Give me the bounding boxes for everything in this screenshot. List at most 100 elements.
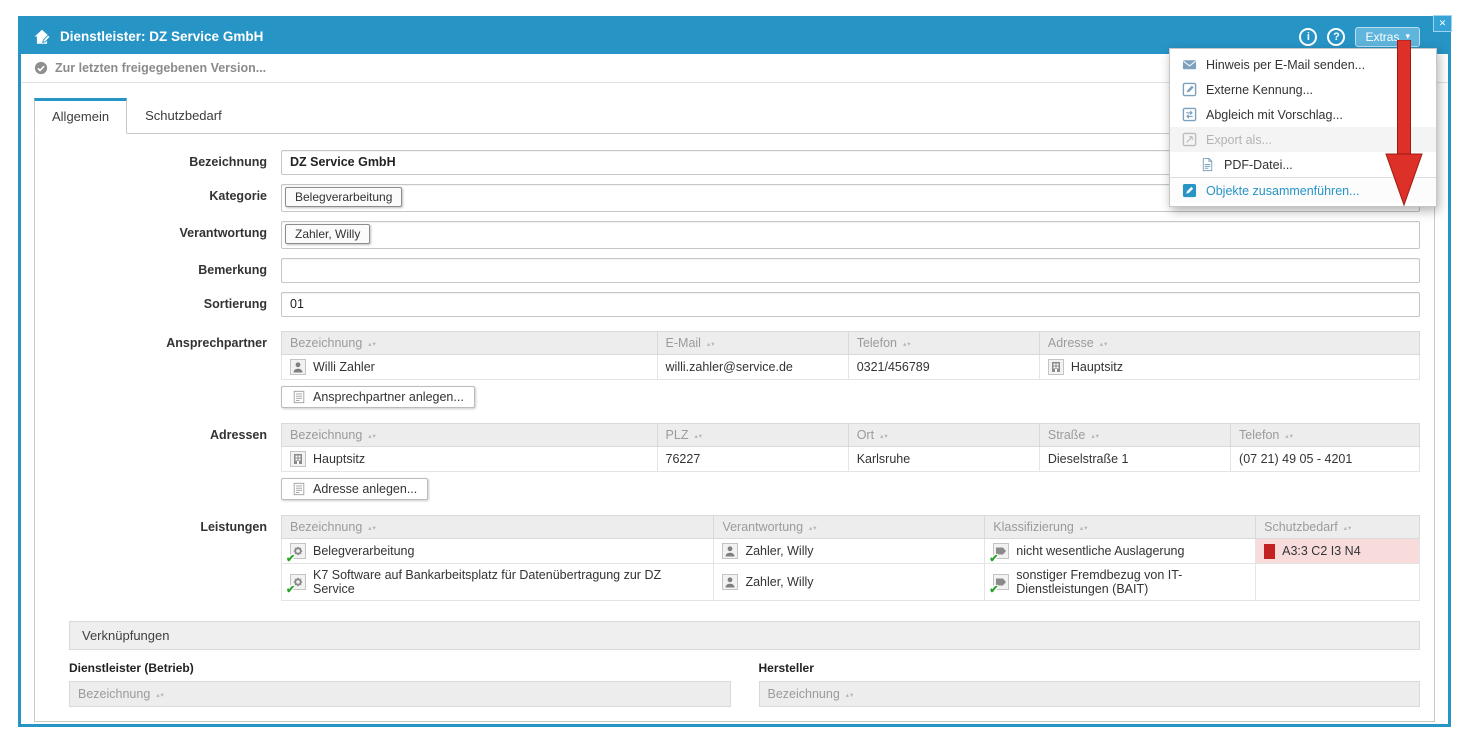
column-telefon[interactable]: Telefon▴▾ [848, 332, 1039, 355]
kategorie-chip[interactable]: Belegverarbeitung [285, 187, 402, 207]
document-icon [292, 482, 306, 496]
sort-icon: ▴▾ [880, 433, 889, 440]
extras-button[interactable]: Extras ▾ [1355, 27, 1420, 47]
cell-text: 76227 [657, 447, 848, 472]
cell-text: nicht wesentliche Auslagerung [1016, 544, 1184, 558]
hersteller-title: Hersteller [759, 661, 1421, 675]
bemerkung-input[interactable] [281, 258, 1420, 283]
cell-text: Karlsruhe [848, 447, 1039, 472]
form-row-verantwortung: Verantwortung Zahler, Willy [49, 221, 1420, 249]
column-bezeichnung[interactable]: Bezeichnung▴▾ [69, 681, 731, 707]
column-adresse[interactable]: Adresse▴▾ [1039, 332, 1419, 355]
check-icon: ✔ [989, 552, 998, 565]
dienstleister-betrieb-title: Dienstleister (Betrieb) [69, 661, 731, 675]
check-icon: ✔ [286, 583, 295, 596]
adressen-table: Bezeichnung▴▾ PLZ▴▾ Ort▴▾ Straße▴▾ Telef… [281, 423, 1420, 472]
building-icon [1048, 359, 1064, 375]
cell-text: Hauptsitz [313, 452, 365, 466]
column-bezeichnung[interactable]: Bezeichnung▴▾ [282, 516, 714, 539]
verantwortung-chip[interactable]: Zahler, Willy [285, 224, 370, 244]
sort-icon: ▴▾ [846, 692, 855, 699]
close-icon: ✕ [1439, 18, 1447, 29]
table-row[interactable]: Hauptsitz 76227 Karlsruhe Dieselstraße 1… [282, 447, 1420, 472]
sort-icon: ▴▾ [1080, 525, 1089, 532]
dienstleister-betrieb-panel: Dienstleister (Betrieb) Bezeichnung▴▾ [69, 658, 731, 707]
cell-text: Hauptsitz [1071, 360, 1123, 374]
table-row[interactable]: ✔ Belegverarbeitung Zahler, Willy ✔ nich… [282, 539, 1420, 564]
cell-text: sonstiger Fremdbezug von IT-Dienstleistu… [1016, 568, 1247, 596]
menu-item-export-als[interactable]: Export als... [1170, 127, 1436, 152]
section-adressen: Adressen Bezeichnung▴▾ PLZ▴▾ Ort▴▾ Straß… [49, 423, 1420, 501]
verantwortung-field[interactable]: Zahler, Willy [281, 221, 1420, 249]
sort-icon: ▴▾ [156, 692, 165, 699]
ansprechpartner-table: Bezeichnung▴▾ E-Mail▴▾ Telefon▴▾ Adresse… [281, 331, 1420, 380]
verknuepfungen-header: Verknüpfungen [69, 621, 1420, 650]
sort-icon: ▴▾ [368, 341, 377, 348]
check-icon: ✔ [989, 583, 998, 596]
section-leistungen: Leistungen Bezeichnung▴▾ Verantwortung▴▾… [49, 515, 1420, 601]
sync-icon [1182, 107, 1197, 122]
person-icon [722, 543, 738, 559]
tab-allgemein[interactable]: Allgemein [34, 98, 127, 134]
sort-icon: ▴▾ [1285, 433, 1294, 440]
info-icon[interactable]: i [1299, 28, 1317, 46]
sortierung-input[interactable]: 01 [281, 292, 1420, 317]
sort-icon: ▴▾ [368, 525, 377, 532]
person-icon [722, 574, 738, 590]
column-verantwortung[interactable]: Verantwortung▴▾ [714, 516, 985, 539]
help-icon[interactable]: ? [1327, 28, 1345, 46]
document-icon [292, 390, 306, 404]
adresse-anlegen-button[interactable]: Adresse anlegen... [281, 478, 428, 500]
tab-schutzbedarf[interactable]: Schutzbedarf [127, 97, 240, 133]
service-gear-icon: ✔ [290, 574, 306, 590]
menu-item-pdf-datei[interactable]: PDF-Datei... [1170, 152, 1436, 177]
bemerkung-label: Bemerkung [49, 258, 281, 283]
verantwortung-label: Verantwortung [49, 221, 281, 249]
sortierung-label: Sortierung [49, 292, 281, 317]
table-header-row: Bezeichnung▴▾ PLZ▴▾ Ort▴▾ Straße▴▾ Telef… [282, 424, 1420, 447]
cell-text: Belegverarbeitung [313, 544, 414, 558]
app-window: Dienstleister: DZ Service GmbH i ? Extra… [18, 16, 1451, 727]
risk-indicator [1264, 544, 1275, 559]
column-bezeichnung[interactable]: Bezeichnung▴▾ [759, 681, 1421, 707]
column-ort[interactable]: Ort▴▾ [848, 424, 1039, 447]
sort-icon: ▴▾ [707, 341, 716, 348]
sort-icon: ▴▾ [368, 433, 377, 440]
cell-text: willi.zahler@service.de [657, 355, 848, 380]
column-telefon[interactable]: Telefon▴▾ [1231, 424, 1420, 447]
menu-item-hinweis-email[interactable]: Hinweis per E-Mail senden... [1170, 52, 1436, 77]
cell-text: Zahler, Willy [745, 544, 813, 558]
table-header-row: Bezeichnung▴▾ Verantwortung▴▾ Klassifizi… [282, 516, 1420, 539]
window-title: Dienstleister: DZ Service GmbH [60, 29, 263, 44]
edit-square-icon [1182, 82, 1197, 97]
tab-panel-allgemein: Bezeichnung DZ Service GmbH Kategorie Be… [34, 134, 1435, 722]
mail-icon [1182, 57, 1197, 72]
table-row[interactable]: Willi Zahler willi.zahler@service.de 032… [282, 355, 1420, 380]
column-schutzbedarf[interactable]: Schutzbedarf▴▾ [1256, 516, 1420, 539]
kategorie-label: Kategorie [49, 184, 281, 212]
adressen-label: Adressen [49, 423, 281, 501]
column-email[interactable]: E-Mail▴▾ [657, 332, 848, 355]
export-icon [1182, 132, 1197, 147]
column-bezeichnung[interactable]: Bezeichnung▴▾ [282, 424, 658, 447]
ansprechpartner-anlegen-button[interactable]: Ansprechpartner anlegen... [281, 386, 475, 408]
table-row[interactable]: ✔ K7 Software auf Bankarbeitsplatz für D… [282, 564, 1420, 601]
menu-item-externe-kennung[interactable]: Externe Kennung... [1170, 77, 1436, 102]
hersteller-panel: Hersteller Bezeichnung▴▾ [759, 658, 1421, 707]
column-bezeichnung[interactable]: Bezeichnung▴▾ [282, 332, 658, 355]
column-strasse[interactable]: Straße▴▾ [1039, 424, 1230, 447]
close-button[interactable]: ✕ [1433, 15, 1452, 32]
menu-item-objekte-zusammenfuehren[interactable]: Objekte zusammenführen... [1170, 177, 1436, 203]
column-klassifizierung[interactable]: Klassifizierung▴▾ [985, 516, 1256, 539]
sort-icon: ▴▾ [694, 433, 703, 440]
column-plz[interactable]: PLZ▴▾ [657, 424, 848, 447]
leistungen-table: Bezeichnung▴▾ Verantwortung▴▾ Klassifizi… [281, 515, 1420, 601]
service-gear-icon: ✔ [290, 543, 306, 559]
form-row-bemerkung: Bemerkung [49, 258, 1420, 283]
merge-objects-icon [1182, 183, 1197, 198]
classification-icon: ✔ [993, 543, 1009, 559]
menu-item-abgleich-vorschlag[interactable]: Abgleich mit Vorschlag... [1170, 102, 1436, 127]
section-verknuepfungen: Verknüpfungen Dienstleister (Betrieb) Be… [69, 621, 1420, 707]
cell-text: Dieselstraße 1 [1039, 447, 1230, 472]
leistungen-label: Leistungen [49, 515, 281, 601]
